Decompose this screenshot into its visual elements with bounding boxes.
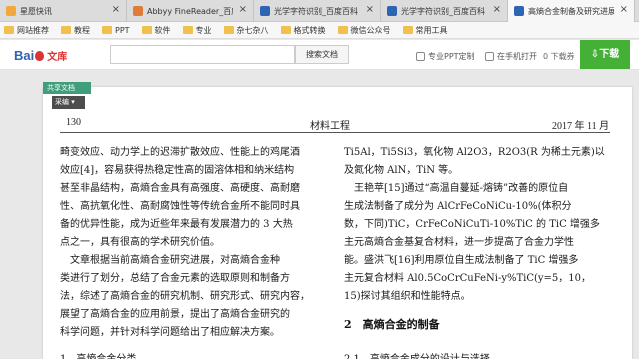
tab-label: Abbyy FineReader_百度... xyxy=(147,6,233,16)
download-icon: ⇩ xyxy=(590,49,600,60)
text-line: 王艳苹[15]通过“高温自蔓延-熔铸”改善的原位自 xyxy=(344,183,569,194)
text-line: 法，综述了高熵合金的研究机制、研究形式、研究内容， xyxy=(60,291,310,302)
tab-favicon-icon xyxy=(260,6,270,16)
tab-1[interactable]: Abbyy FineReader_百度... × xyxy=(127,0,254,22)
tab-3[interactable]: 光学字符识别_百度百科 × xyxy=(381,0,508,22)
bookmark-label: PPT xyxy=(115,25,130,35)
open-label: 在手机打开 xyxy=(497,52,537,61)
close-icon[interactable]: × xyxy=(112,4,120,15)
download-button[interactable]: ⇩下载 xyxy=(580,40,630,69)
logo-text: Bai xyxy=(14,48,35,63)
folder-icon xyxy=(61,26,71,34)
logo-suffix: 文库 xyxy=(47,52,68,63)
share-badge: 共享文档 xyxy=(43,82,91,94)
text-line: 数，下同)TiC，CrFeCoNiCuTi-10%TiC 的 TiC 增强多 xyxy=(344,219,600,230)
bookmark-label: 微信公众号 xyxy=(350,25,391,35)
bookmark-item[interactable]: 专业 xyxy=(182,25,212,36)
text-line: 效应[4]，容易获得热稳定性高的固溶体相和纳米结构 xyxy=(60,165,295,176)
cai-dropdown[interactable]: 采编 ▾ xyxy=(52,96,85,109)
tab-label: 星愿快讯 xyxy=(20,6,52,16)
bookmark-label: 杂七杂八 xyxy=(236,25,269,35)
text-line: 畸变效应、动力学上的迟滞扩散效应、性能上的鸡尾酒 xyxy=(60,147,300,158)
phone-icon xyxy=(485,52,494,61)
bookmark-item[interactable]: 杂七杂八 xyxy=(223,25,269,36)
bookmark-label: 格式转换 xyxy=(293,25,326,35)
text-line: 主元高熵合金基复合材料，进一步提高了合金力学性 xyxy=(344,237,574,248)
tab-0[interactable]: 星愿快讯 × xyxy=(0,0,127,22)
folder-icon xyxy=(4,26,14,34)
download-count: 0 下载券 xyxy=(543,52,575,61)
paw-icon xyxy=(35,50,45,61)
issue-date: 2017 年 11 月 xyxy=(552,121,610,132)
text-line: 能。盛洪飞[16]利用原位自生成法制备了 TiC 增强多 xyxy=(344,255,579,266)
header-rule xyxy=(60,132,610,133)
bookmark-label: 常用工具 xyxy=(415,25,448,35)
bookmark-label: 网站推荐 xyxy=(17,25,49,35)
tab-2[interactable]: 光学字符识别_百度百科 × xyxy=(254,0,381,22)
text-line: 点之一，具有很高的学术研究价值。 xyxy=(60,237,220,248)
bookmark-item[interactable]: 教程 xyxy=(61,25,90,36)
bookmark-label: 专业 xyxy=(195,25,212,35)
bookmark-item[interactable]: 软件 xyxy=(141,25,171,36)
tab-label: 高熵合金制备及研究进展 xyxy=(528,6,614,16)
ppt-label: 专业PPT定制 xyxy=(428,52,475,61)
folder-icon xyxy=(102,26,112,34)
text-line: 文章根据当前高熵合金研究进展，对高熵合金种 xyxy=(60,255,280,266)
text-line: 及氮化物 AlN，TiN 等。 xyxy=(344,165,459,176)
bookmark-label: 教程 xyxy=(74,25,90,35)
bookmark-label: 软件 xyxy=(154,25,171,35)
tab-label: 光学字符识别_百度百科 xyxy=(274,6,358,16)
journal-name: 材料工程 xyxy=(310,121,350,132)
bookmark-bar: 网站推荐 教程 PPT 软件 专业 杂七杂八 格式转换 微信公众号 常用工具 xyxy=(0,22,639,39)
text-line: 甚至非晶结构，高熵合金具有高强度、高硬度、高耐磨 xyxy=(60,183,300,194)
section-heading: 2 高熵合金的制备 xyxy=(344,318,440,331)
text-line: 展望了高熵合金的应用前景，提出了高熵合金研究的 xyxy=(60,309,290,320)
folder-icon xyxy=(337,26,348,34)
right-column: Ti5Al，Ti5Si3，氧化物 Al2O3，R2O3(R 为稀土元素)以 及氮化… xyxy=(344,144,610,306)
ppt-icon xyxy=(416,52,425,61)
download-label: 下载 xyxy=(599,49,620,60)
text-line: 主元复合材料 Al0.5CoCrCuFeNi-y%TiC(y=5，10， xyxy=(344,273,592,284)
tab-favicon-icon xyxy=(6,6,16,16)
close-icon[interactable]: × xyxy=(620,4,628,15)
bottom-left-heading: 1 高熵合金分类 xyxy=(60,350,136,359)
tab-favicon-icon xyxy=(514,6,524,16)
bookmark-item[interactable]: PPT xyxy=(102,26,130,35)
folder-icon xyxy=(223,26,234,34)
close-icon[interactable]: × xyxy=(239,4,247,15)
bookmark-item[interactable]: 网站推荐 xyxy=(4,25,49,36)
bookmark-item[interactable]: 微信公众号 xyxy=(337,25,391,36)
close-icon[interactable]: × xyxy=(366,4,374,15)
text-line: Ti5Al，Ti5Si3，氧化物 Al2O3，R2O3(R 为稀土元素)以 xyxy=(344,147,605,158)
doc-header: Bai 文库 搜索文档 专业PPT定制 在手机打开 0 下载券 xyxy=(0,40,639,70)
tab-4[interactable]: 高熵合金制备及研究进展 × xyxy=(508,0,635,22)
left-column: 畸变效应、动力学上的迟滞扩散效应、性能上的鸡尾酒 效应[4]，容易获得热稳定性高的… xyxy=(60,144,322,342)
search-input[interactable] xyxy=(110,45,295,64)
text-line: 性、高抗氧化性、高耐腐蚀性等传统合金所不能同时具 xyxy=(60,201,300,212)
tab-favicon-icon xyxy=(133,6,143,16)
tab-label: 光学字符识别_百度百科 xyxy=(401,6,485,16)
folder-icon xyxy=(280,26,291,34)
text-line: 科学问题，并针对科学问题给出了相应解决方案。 xyxy=(60,327,280,338)
open-on-phone-link[interactable]: 在手机打开 xyxy=(485,51,537,62)
search-button[interactable]: 搜索文档 xyxy=(295,45,349,64)
text-line: 生成法制备了成分为 AlCrFeCoNiCu-10%(体积分 xyxy=(344,201,572,212)
tab-favicon-icon xyxy=(387,6,397,16)
text-line: 类进行了划分，总结了合金元素的选取原则和制备方 xyxy=(60,273,290,284)
folder-icon xyxy=(141,26,152,34)
page-number: 130 xyxy=(66,117,81,128)
bookmark-item[interactable]: 格式转换 xyxy=(280,25,326,36)
text-line: 备的优异性能，成为近些年来最有发展潜力的 3 大热 xyxy=(60,219,293,230)
baidu-wenku-logo[interactable]: Bai 文库 xyxy=(14,48,67,63)
bookmark-item[interactable]: 常用工具 xyxy=(402,25,448,36)
text-line: 15)探讨其组织和性能特点。 xyxy=(344,291,471,302)
ppt-custom-link[interactable]: 专业PPT定制 xyxy=(416,51,475,62)
folder-icon xyxy=(182,26,193,34)
close-icon[interactable]: × xyxy=(493,4,501,15)
cai-label: 采编 xyxy=(55,98,69,106)
tab-bar: 星愿快讯 × Abbyy FineReader_百度... × 光学字符识别_百度百科 ×… xyxy=(0,0,639,22)
bottom-right-heading: 2.1 高熵合金成分的设计与选择 xyxy=(344,350,490,359)
folder-icon xyxy=(402,26,413,34)
